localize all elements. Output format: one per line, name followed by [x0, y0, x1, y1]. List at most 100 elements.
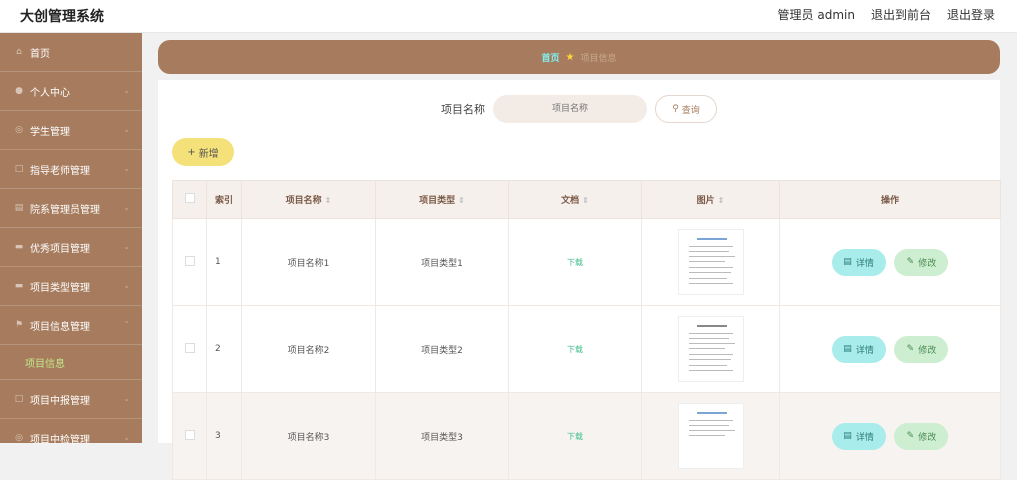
col-image-label: 图片 — [696, 196, 715, 206]
search-bar: 项目名称 ⚲ 查询 — [158, 95, 1000, 123]
chevron-down-icon: ⌄ — [123, 125, 130, 134]
select-all-checkbox[interactable] — [184, 193, 195, 203]
category-icon: ▬ — [14, 281, 24, 291]
search-input[interactable] — [493, 95, 647, 123]
logout-link[interactable]: 退出登录 — [947, 6, 995, 23]
sidebar-item-students[interactable]: ◎ 学生管理 ⌄ — [0, 111, 142, 150]
user-icon: ● — [15, 86, 23, 96]
chevron-down-icon: ⌄ — [123, 86, 130, 95]
edit-icon: ✎ — [906, 257, 915, 267]
sidebar-item-project-info[interactable]: ⚑ 项目信息管理 ⌃ — [0, 306, 142, 345]
row-index: 2 — [206, 305, 242, 393]
edit-button[interactable]: ✎ 修改 — [894, 335, 949, 363]
search-button-label: 查询 — [681, 105, 700, 116]
sort-icon[interactable]: ⇕ — [325, 196, 332, 205]
row-name: 项目名称3 — [241, 392, 376, 480]
chevron-down-icon: ⌄ — [123, 281, 130, 290]
row-index: 3 — [206, 392, 242, 480]
sidebar-item-label: 项目信息管理 — [30, 321, 90, 333]
sidebar-item-mid-report[interactable]: □ 项目中报管理 ⌄ — [0, 380, 142, 419]
star-icon: ▬ — [14, 242, 24, 252]
col-type-label: 项目类型 — [419, 196, 456, 206]
sidebar-item-label: 项目中报管理 — [30, 395, 90, 407]
add-button[interactable]: + 新增 — [172, 138, 234, 166]
admin-icon: ▤ — [14, 203, 24, 213]
sidebar-item-dept-admins[interactable]: ▤ 院系管理员管理 ⌄ — [0, 189, 142, 228]
table-row: 1 项目名称1 项目类型1 下载 ▤ 详情 ✎ 修改 — [172, 218, 1001, 306]
main-content: 首页 ★ 项目信息 项目名称 ⚲ 查询 + 新增 索引 — [142, 33, 1017, 480]
admin-user-label: 管理员 admin — [777, 8, 855, 22]
breadcrumb-current: 项目信息 — [580, 53, 617, 64]
document-thumbnail[interactable] — [677, 316, 744, 382]
row-select-cell — [172, 218, 207, 306]
sidebar-item-label: 优秀项目管理 — [30, 243, 90, 255]
sidebar-item-mid-check[interactable]: ◎ 项目中检管理 ⌄ — [0, 419, 142, 458]
sidebar-item-label: 学生管理 — [30, 126, 70, 138]
col-name[interactable]: 项目名称 ⇕ — [241, 180, 376, 219]
edit-button[interactable]: ✎ 修改 — [894, 422, 949, 450]
sidebar-item-label: 指导老师管理 — [30, 165, 90, 177]
row-doc-cell: 下载 — [508, 305, 642, 393]
chevron-down-icon: ⌄ — [123, 164, 130, 173]
chevron-down-icon: ⌄ — [123, 242, 130, 251]
col-doc[interactable]: 文档 ⇕ — [508, 180, 642, 219]
sidebar-item-project-types[interactable]: ▬ 项目类型管理 ⌄ — [0, 267, 142, 306]
sidebar-item-label: 项目中检管理 — [30, 434, 90, 446]
download-link[interactable]: 下载 — [567, 432, 583, 441]
document-thumbnail[interactable] — [677, 403, 744, 469]
sidebar-item-teachers[interactable]: □ 指导老师管理 ⌄ — [0, 150, 142, 189]
sidebar: ⌂ 首页 ● 个人中心 ⌄ ◎ 学生管理 ⌄ □ 指导老师管理 ⌄ ▤ 院系管理… — [0, 33, 142, 458]
detail-button[interactable]: ▤ 详情 — [831, 335, 886, 363]
row-doc-cell: 下载 — [508, 218, 642, 306]
sidebar-item-label: 首页 — [30, 48, 50, 60]
detail-button[interactable]: ▤ 详情 — [831, 248, 886, 276]
flag-icon: ⚑ — [14, 320, 24, 330]
breadcrumb: 首页 ★ 项目信息 — [158, 40, 1000, 74]
edit-button[interactable]: ✎ 修改 — [894, 248, 949, 276]
row-image-cell — [641, 218, 780, 306]
row-select-cell — [172, 305, 207, 393]
download-link[interactable]: 下载 — [567, 345, 583, 354]
row-checkbox[interactable] — [184, 342, 195, 353]
table-row: 2 项目名称2 项目类型2 下载 ▤ 详情 ✎ 修改 — [172, 305, 1001, 393]
sidebar-subitem-project-info[interactable]: 项目信息 — [0, 345, 142, 380]
col-doc-label: 文档 — [561, 196, 580, 206]
detail-icon: ▤ — [843, 344, 852, 354]
front-link[interactable]: 退出到前台 — [871, 6, 931, 23]
sidebar-item-label: 个人中心 — [30, 87, 70, 99]
row-type: 项目类型3 — [375, 392, 509, 480]
edit-icon: ✎ — [906, 344, 915, 354]
sort-icon[interactable]: ⇕ — [582, 196, 589, 205]
row-type: 项目类型1 — [375, 218, 509, 306]
plus-icon: + — [187, 146, 196, 158]
search-icon: ⚲ — [672, 104, 679, 114]
check-icon: ◎ — [15, 433, 23, 443]
download-link[interactable]: 下载 — [567, 258, 583, 267]
detail-button[interactable]: ▤ 详情 — [831, 422, 886, 450]
breadcrumb-home[interactable]: 首页 — [542, 51, 560, 64]
sidebar-item-excellent-projects[interactable]: ▬ 优秀项目管理 ⌄ — [0, 228, 142, 267]
document-thumbnail[interactable] — [677, 229, 744, 295]
row-doc-cell: 下载 — [508, 392, 642, 480]
row-image-cell — [641, 392, 780, 480]
student-icon: ◎ — [15, 125, 23, 135]
row-checkbox[interactable] — [184, 255, 195, 266]
col-image[interactable]: 图片 ⇕ — [641, 180, 780, 219]
edit-label: 修改 — [918, 258, 937, 269]
row-name: 项目名称2 — [241, 305, 376, 393]
col-index: 索引 — [206, 180, 242, 219]
row-checkbox[interactable] — [184, 429, 195, 440]
row-type: 项目类型2 — [375, 305, 509, 393]
sort-icon[interactable]: ⇕ — [458, 196, 465, 205]
sidebar-item-label: 项目类型管理 — [30, 282, 90, 294]
sort-icon[interactable]: ⇕ — [718, 196, 725, 205]
chevron-down-icon: ⌄ — [123, 433, 130, 442]
chevron-down-icon: ⌄ — [123, 394, 130, 403]
select-all-header — [172, 180, 207, 219]
sidebar-item-home[interactable]: ⌂ 首页 — [0, 33, 142, 72]
sidebar-item-profile[interactable]: ● 个人中心 ⌄ — [0, 72, 142, 111]
col-type[interactable]: 项目类型 ⇕ — [375, 180, 509, 219]
app-title: 大创管理系统 — [20, 9, 104, 25]
project-table: 索引 项目名称 ⇕ 项目类型 ⇕ 文档 ⇕ 图片 ⇕ 操作 1 项目名称1 项目类型1 … — [172, 180, 1001, 480]
search-button[interactable]: ⚲ 查询 — [655, 95, 717, 123]
